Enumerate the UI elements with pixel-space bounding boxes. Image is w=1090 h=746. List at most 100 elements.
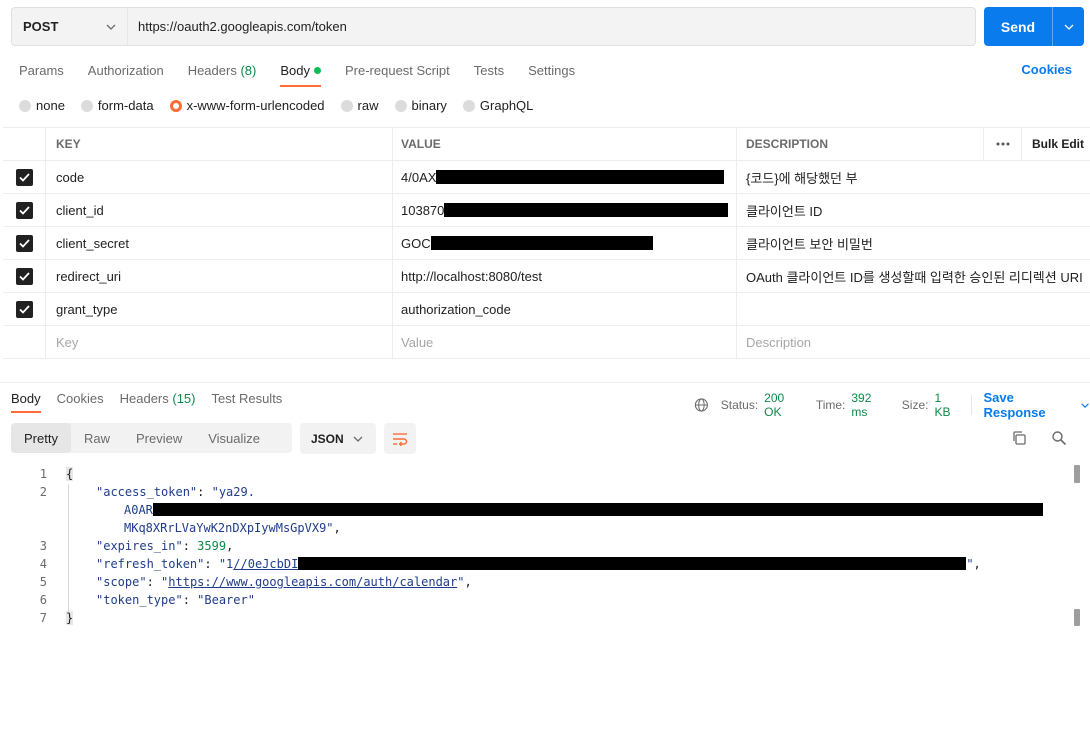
redaction-bar — [298, 557, 967, 570]
body-type-label: raw — [357, 98, 379, 113]
row-checkbox[interactable] — [3, 161, 46, 193]
table-row: client_secret GOC 클라이언트 보안 비밀번 — [3, 227, 1090, 260]
send-label: Send — [1000, 18, 1036, 35]
line-number: 2 — [39, 485, 47, 499]
status-value[interactable]: 200 OK — [764, 391, 802, 419]
row-description[interactable]: 클라이언트 ID — [737, 194, 1090, 226]
chevron-down-icon — [1081, 402, 1089, 408]
new-key-input[interactable]: Key — [46, 326, 393, 358]
tab-authorization[interactable]: Authorization — [88, 58, 164, 86]
copy-icon[interactable] — [1011, 430, 1027, 446]
bulk-edit-button[interactable]: Bulk Edit — [1022, 128, 1090, 160]
scrollbar-thumb-bottom[interactable] — [1074, 609, 1080, 626]
row-checkbox[interactable] — [3, 293, 46, 325]
new-description-input[interactable]: Description — [737, 326, 1090, 358]
send-options-button[interactable] — [1052, 7, 1084, 46]
row-description[interactable] — [737, 293, 1090, 325]
row-value[interactable]: http://localhost:8080/test — [393, 260, 737, 292]
row-description[interactable]: 클라이언트 보안 비밀번 — [737, 227, 1090, 259]
globe-icon[interactable] — [694, 397, 709, 413]
row-description[interactable]: OAuth 클라이언트 ID를 생성할때 입력한 승인된 리디렉션 URI — [737, 260, 1090, 292]
scope-link[interactable]: https://www.googleapis.com/auth/calendar — [168, 575, 457, 589]
row-key[interactable]: grant_type — [46, 293, 393, 325]
format-label: JSON — [311, 431, 344, 446]
code-line: "scope": "https://www.googleapis.com/aut… — [96, 575, 472, 589]
view-preview[interactable]: Preview — [123, 423, 195, 453]
row-value[interactable]: authorization_code — [393, 293, 737, 325]
response-tab-body[interactable]: Body — [11, 386, 41, 413]
view-pretty[interactable]: Pretty — [11, 423, 71, 453]
radio-icon — [462, 99, 475, 112]
format-select[interactable]: JSON — [300, 423, 376, 454]
response-tab-headers[interactable]: Headers (15) — [120, 386, 196, 412]
wrap-lines-button[interactable] — [384, 423, 416, 454]
row-key[interactable]: redirect_uri — [46, 260, 393, 292]
code-line: } — [66, 611, 74, 625]
tab-params[interactable]: Params — [19, 58, 64, 86]
row-key[interactable]: client_id — [46, 194, 393, 226]
response-tab-test-results[interactable]: Test Results — [212, 386, 283, 412]
tab-tests[interactable]: Tests — [474, 58, 504, 86]
method-select[interactable]: POST — [12, 8, 128, 45]
search-icon[interactable] — [1051, 430, 1067, 446]
table-row: code 4/0AX {코드}에 해당했던 부 — [3, 161, 1090, 194]
table-row: grant_type authorization_code — [3, 293, 1090, 326]
redaction-bar — [152, 503, 1043, 516]
body-type-label: none — [36, 98, 65, 113]
check-icon — [15, 300, 33, 318]
body-type-none[interactable]: none — [19, 98, 65, 113]
json-number: 3599 — [197, 539, 227, 553]
row-value[interactable]: 103870 — [393, 194, 737, 226]
new-value-input[interactable]: Value — [393, 326, 737, 358]
json-string: MKq8XRrLVaYwK2nDXpIywMsGpVX9" — [124, 521, 334, 535]
tab-body[interactable]: Body — [280, 58, 321, 87]
view-visualize[interactable]: Visualize — [195, 423, 273, 453]
row-checkbox[interactable] — [3, 260, 46, 292]
send-button[interactable]: Send — [984, 7, 1084, 46]
redaction-bar — [436, 170, 725, 184]
row-key[interactable]: client_secret — [46, 227, 393, 259]
json-key: "token_type" — [96, 593, 183, 607]
code-line: "token_type": "Bearer" — [96, 593, 255, 607]
row-value-text: 103870 — [401, 202, 445, 218]
code-line: "access_token": "ya29. — [96, 485, 255, 499]
json-key: "refresh_token" — [96, 557, 205, 571]
row-description[interactable]: {코드}에 해당했던 부 — [737, 161, 1090, 193]
table-row: redirect_uri http://localhost:8080/test … — [3, 260, 1090, 293]
time-value[interactable]: 392 ms — [851, 391, 887, 419]
row-checkbox[interactable] — [3, 194, 46, 226]
status-label: Status: — [720, 398, 759, 412]
tab-prerequest-script[interactable]: Pre-request Script — [345, 58, 450, 86]
body-type-graphql[interactable]: GraphQL — [462, 98, 533, 113]
more-options-button[interactable] — [984, 128, 1022, 160]
tab-headers[interactable]: Headers (8) — [188, 58, 257, 86]
response-tab-headers-label: Headers — [119, 391, 169, 406]
row-key[interactable]: code — [46, 161, 393, 193]
save-response-button[interactable]: Save Response — [983, 390, 1090, 420]
view-raw[interactable]: Raw — [71, 423, 123, 453]
header-value: VALUE — [393, 128, 737, 160]
url-input[interactable]: https://oauth2.googleapis.com/token — [128, 19, 347, 34]
size-value[interactable]: 1 KB — [934, 391, 958, 419]
redaction-bar — [444, 203, 729, 217]
json-link[interactable]: //0eJcbDI — [233, 557, 298, 571]
scrollbar-thumb-top[interactable] — [1074, 465, 1080, 483]
row-checkbox[interactable] — [3, 227, 46, 259]
chevron-down-icon — [353, 436, 363, 442]
row-value[interactable]: 4/0AX — [393, 161, 737, 193]
body-type-binary[interactable]: binary — [394, 98, 447, 113]
response-tab-headers-count: (15) — [172, 391, 196, 406]
body-type-urlencoded[interactable]: x-www-form-urlencoded — [169, 98, 325, 113]
params-table: KEY VALUE DESCRIPTION Bulk Edit code 4/0… — [3, 127, 1090, 359]
row-value[interactable]: GOC — [393, 227, 737, 259]
body-type-form-data[interactable]: form-data — [80, 98, 154, 113]
response-view-switcher: Pretty Raw Preview Visualize — [11, 423, 292, 453]
body-type-raw[interactable]: raw — [340, 98, 379, 113]
tab-settings[interactable]: Settings — [528, 58, 575, 86]
radio-checked-icon — [169, 99, 182, 112]
divider — [970, 395, 972, 415]
response-tab-cookies[interactable]: Cookies — [57, 386, 104, 412]
check-icon — [15, 168, 33, 186]
redaction-bar — [430, 236, 653, 250]
cookies-link[interactable]: Cookies — [1021, 62, 1072, 77]
